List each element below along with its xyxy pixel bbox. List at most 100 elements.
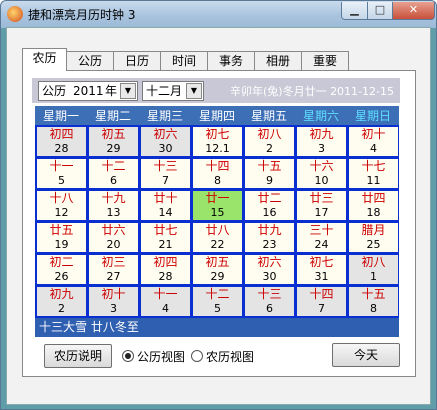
lunar-day-label: 十八 — [49, 191, 74, 205]
lunar-day-label: 十二 — [101, 159, 126, 173]
radio-solar-view[interactable]: 公历视图 — [122, 348, 185, 365]
lunar-day-label: 初二 — [49, 255, 74, 269]
gregorian-day-label: 11 — [366, 174, 381, 187]
day-cell[interactable]: 初八 2 — [245, 127, 294, 156]
lunar-day-label: 腊月 — [361, 223, 386, 237]
lunar-day-label: 廿二 — [257, 191, 282, 205]
gregorian-day-label: 9 — [266, 174, 273, 187]
today-button[interactable]: 今天 — [332, 343, 400, 367]
radio-dot-icon — [122, 350, 134, 362]
day-cell[interactable]: 初九 2 — [37, 287, 86, 316]
gregorian-day-label: 4 — [162, 302, 169, 315]
radio-lunar-label: 农历视图 — [206, 350, 255, 364]
lunar-day-label: 初六 — [257, 255, 282, 269]
gregorian-day-label: 27 — [106, 270, 121, 283]
day-cell[interactable]: 初九 3 — [297, 127, 346, 156]
lunar-day-label: 初四 — [153, 255, 178, 269]
maximize-button[interactable]: □ — [367, 2, 393, 20]
day-cell[interactable]: 十二 5 — [193, 287, 242, 316]
tab-calendar[interactable]: 日历 — [113, 51, 161, 70]
day-cell[interactable]: 初五 29 — [193, 255, 242, 284]
lunar-day-label: 初十 — [101, 287, 126, 301]
radio-lunar-view[interactable]: 农历视图 — [191, 348, 254, 365]
app-icon — [7, 6, 23, 22]
weekday-label: 星期五 — [250, 109, 287, 123]
gregorian-day-label: 21 — [158, 238, 173, 251]
year-suffix: 年 — [105, 84, 118, 98]
tab-tasks[interactable]: 事务 — [207, 51, 255, 70]
day-cell[interactable]: 十六 10 — [297, 159, 346, 188]
weekday-label: 星期二 — [94, 109, 131, 123]
lunar-day-label: 十三 — [257, 287, 282, 301]
day-cell[interactable]: 十一 5 — [37, 159, 86, 188]
day-cell[interactable]: 初二 26 — [37, 255, 86, 284]
day-cell[interactable]: 初六 30 — [141, 127, 190, 156]
minimize-button[interactable]: ▁ — [341, 2, 368, 20]
lunar-date-label: 辛卯年(兔)冬月廿一 2011-12-15 — [229, 85, 394, 98]
minimize-icon: ▁ — [350, 3, 359, 16]
gregorian-day-label: 23 — [262, 238, 277, 251]
day-cell[interactable]: 初七 31 — [297, 255, 346, 284]
day-cell[interactable]: 初十 4 — [349, 127, 398, 156]
day-cell[interactable]: 腊月 25 — [349, 223, 398, 252]
day-cell[interactable]: 三十 24 — [297, 223, 346, 252]
lunar-day-label: 初九 — [49, 287, 74, 301]
gregorian-day-label: 22 — [210, 238, 225, 251]
month-select[interactable]: 十二月 ▼ — [142, 81, 204, 101]
day-cell[interactable]: 初十 3 — [89, 287, 138, 316]
gregorian-day-label: 14 — [158, 206, 173, 219]
tab-important[interactable]: 重要 — [301, 51, 349, 70]
day-cell[interactable]: 廿三 17 — [297, 191, 346, 220]
day-cell[interactable]: 十八 12 — [37, 191, 86, 220]
lunar-day-label: 十一 — [153, 287, 178, 301]
gregorian-day-label: 12.1 — [205, 142, 230, 155]
title-bar[interactable]: 捷和漂亮月历时钟 3 ▁ □ ✕ — [1, 1, 436, 28]
radio-solar-label: 公历视图 — [137, 350, 186, 364]
day-cell[interactable]: 廿六 20 — [89, 223, 138, 252]
day-cell[interactable]: 初三 27 — [89, 255, 138, 284]
gregorian-day-label: 29 — [106, 142, 121, 155]
day-cell[interactable]: 廿二 16 — [245, 191, 294, 220]
calendar-mode-year-select[interactable]: 公历 2011 年 ▼ — [38, 81, 138, 101]
day-cell[interactable]: 廿九 23 — [245, 223, 294, 252]
day-cell[interactable]: 初四 28 — [141, 255, 190, 284]
month-dropdown-arrow-icon[interactable]: ▼ — [186, 83, 202, 99]
day-cell[interactable]: 初五 29 — [89, 127, 138, 156]
lunar-day-label: 初十 — [361, 127, 386, 141]
year-dropdown-arrow-icon[interactable]: ▼ — [120, 83, 136, 99]
day-cell[interactable]: 十三 6 — [245, 287, 294, 316]
day-cell[interactable]: 十三 7 — [141, 159, 190, 188]
tab-lunar[interactable]: 农历 — [22, 48, 67, 71]
day-cell[interactable]: 十七 11 — [349, 159, 398, 188]
lunar-day-label: 初五 — [205, 255, 230, 269]
day-cell[interactable]: 十五 9 — [245, 159, 294, 188]
day-cell[interactable]: 廿四 18 — [349, 191, 398, 220]
lunar-day-label: 廿四 — [361, 191, 386, 205]
gregorian-day-label: 24 — [314, 238, 329, 251]
tab-time[interactable]: 时间 — [160, 51, 208, 70]
day-cell[interactable]: 初六 30 — [245, 255, 294, 284]
day-cell[interactable]: 廿七 21 — [141, 223, 190, 252]
day-cell[interactable]: 廿十 14 — [141, 191, 190, 220]
day-cell[interactable]: 十四 8 — [193, 159, 242, 188]
lunar-day-label: 十九 — [101, 191, 126, 205]
lunar-day-label: 十六 — [309, 159, 334, 173]
gregorian-day-label: 6 — [110, 174, 117, 187]
day-cell[interactable]: 十九 13 — [89, 191, 138, 220]
day-cell[interactable]: 十一 4 — [141, 287, 190, 316]
tab-album[interactable]: 相册 — [254, 51, 302, 70]
lunar-day-label: 十五 — [257, 159, 282, 173]
day-cell[interactable]: 初八 1 — [349, 255, 398, 284]
close-button[interactable]: ✕ — [392, 2, 435, 20]
day-cell-today[interactable]: 廿一 15 — [193, 191, 242, 220]
lunar-explain-button[interactable]: 农历说明 — [44, 344, 112, 368]
day-cell[interactable]: 廿五 19 — [37, 223, 86, 252]
day-cell[interactable]: 初四 28 — [37, 127, 86, 156]
tab-solar[interactable]: 公历 — [66, 51, 114, 70]
day-cell[interactable]: 廿八 22 — [193, 223, 242, 252]
day-cell[interactable]: 十四 7 — [297, 287, 346, 316]
day-cell[interactable]: 初七 12.1 — [193, 127, 242, 156]
day-cell[interactable]: 十五 8 — [349, 287, 398, 316]
gregorian-day-label: 5 — [214, 302, 221, 315]
day-cell[interactable]: 十二 6 — [89, 159, 138, 188]
